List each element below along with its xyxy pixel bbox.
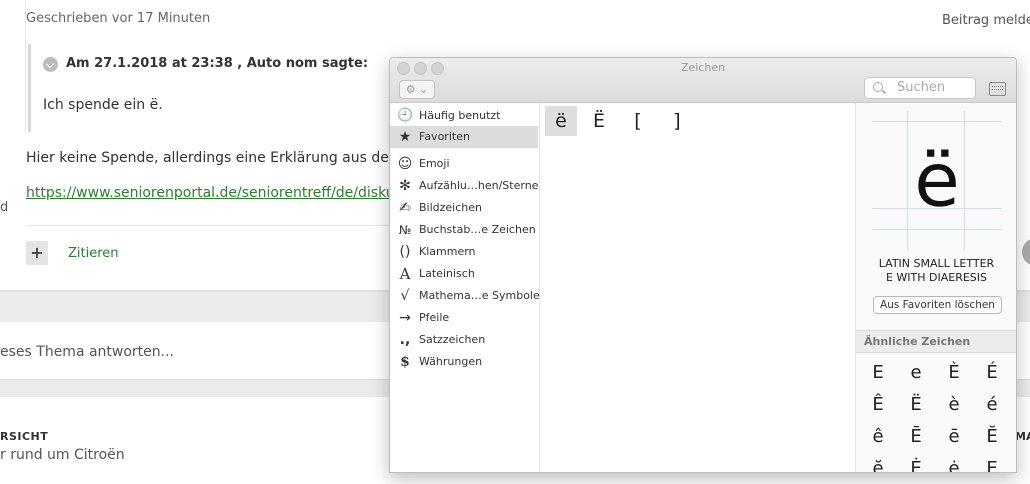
similar-character[interactable]: Ê <box>866 391 890 419</box>
star-icon: ★ <box>398 129 412 145</box>
category-math-symbols[interactable]: √ Mathema…e Symbole <box>390 285 540 307</box>
similar-character[interactable]: È <box>942 359 966 387</box>
character-grid: ë Ë [ ] <box>540 103 854 472</box>
category-arrows[interactable]: → Pfeile <box>390 307 538 329</box>
similar-character[interactable]: É <box>980 359 1004 387</box>
footer-link[interactable]: r rund um Citroën <box>0 447 125 463</box>
character-cell[interactable]: ] <box>661 106 693 136</box>
category-label: Satzzeichen <box>419 333 486 346</box>
category-label: Aufzählu…hen/Sterne <box>419 179 539 192</box>
window-title: Zeichen <box>680 61 726 74</box>
letter-a-icon: A <box>399 265 411 283</box>
parentheses-icon: () <box>399 244 411 260</box>
report-post-link[interactable]: Beitrag melden <box>942 13 1030 28</box>
similar-character[interactable]: Ė <box>904 455 928 472</box>
similar-character[interactable]: ĕ <box>866 455 890 472</box>
footer-heading-right: MA <box>1015 430 1030 443</box>
similar-character[interactable]: E <box>866 359 890 387</box>
category-label: Buchstab…e Zeichen <box>419 223 536 236</box>
reply-placeholder[interactable]: eses Thema antworten... <box>0 344 174 360</box>
category-bullets-stars[interactable]: ✻ Aufzählu…hen/Sterne <box>390 175 538 197</box>
character-cell[interactable]: [ <box>622 106 654 136</box>
character-cell[interactable]: Ë <box>583 106 615 136</box>
collapse-quote-icon[interactable] <box>43 57 58 72</box>
category-sidebar: 🕘 Häufig benutzt ★ Favoriten ☺ Emoji ✻ A… <box>390 103 540 472</box>
square-root-icon: √ <box>400 288 410 304</box>
category-label: Mathema…e Symbole <box>419 289 540 302</box>
character-name-line: LATIN SMALL LETTER <box>878 257 995 270</box>
window-titlebar[interactable]: Zeichen ⚙ ⌄ Suchen <box>390 58 1016 103</box>
numero-icon: № <box>398 223 412 237</box>
category-letterlike-symbols[interactable]: № Buchstab…e Zeichen <box>390 219 538 241</box>
smiley-icon: ☺ <box>397 156 413 172</box>
edge-text: d <box>0 200 9 215</box>
post-link[interactable]: https://www.seniorenportal.de/seniorentr… <box>26 185 409 201</box>
category-label: Pfeile <box>419 311 450 324</box>
punctuation-icon: ., <box>399 332 411 348</box>
category-label: Häufig benutzt <box>419 109 501 122</box>
gear-menu-button[interactable]: ⚙ ⌄ <box>399 80 435 99</box>
arrow-right-icon: → <box>399 310 411 326</box>
category-punctuation[interactable]: ., Satzzeichen <box>390 329 538 351</box>
selected-character-preview: ë <box>914 138 960 224</box>
remove-favorite-button[interactable]: Aus Favoriten löschen <box>873 296 1002 314</box>
category-brackets[interactable]: () Klammern <box>390 241 538 263</box>
post-divider <box>26 225 390 226</box>
multiquote-plus-button[interactable]: + <box>26 241 48 265</box>
similar-character[interactable]: Ë <box>904 391 928 419</box>
similar-character[interactable]: é <box>980 391 1004 419</box>
search-icon <box>873 82 883 92</box>
quote-text: Ich spende ein ë. <box>43 97 163 113</box>
character-viewer-window: Zeichen ⚙ ⌄ Suchen 🕘 Häufig benutzt ★ Fa… <box>389 57 1017 473</box>
scroll-circle[interactable] <box>1022 238 1030 266</box>
character-cell[interactable]: ë <box>545 106 577 136</box>
similar-character[interactable]: Ę <box>980 455 1004 472</box>
similar-character[interactable]: ė <box>942 455 966 472</box>
similar-character[interactable]: e <box>904 359 928 387</box>
category-divider <box>390 147 538 148</box>
similar-character[interactable]: è <box>942 391 966 419</box>
category-label: Favoriten <box>419 130 470 143</box>
similar-character[interactable]: Ē <box>904 423 928 451</box>
footer-heading: RSICHT <box>0 430 49 443</box>
search-placeholder: Suchen <box>897 80 946 95</box>
category-frequently-used[interactable]: 🕘 Häufig benutzt <box>390 105 538 127</box>
dollar-icon: $ <box>400 354 410 370</box>
category-latin[interactable]: A Lateinisch <box>390 263 538 285</box>
category-label: Lateinisch <box>419 267 475 280</box>
writing-hand-icon: ✍ <box>399 200 411 216</box>
category-label: Klammern <box>419 245 476 258</box>
character-name: LATIN SMALL LETTER E WITH DIAERESIS <box>856 257 1016 285</box>
post-timestamp: Geschrieben vor 17 Minuten <box>26 11 211 26</box>
category-currency[interactable]: $ Währungen <box>390 351 538 373</box>
similar-character[interactable]: ê <box>866 423 890 451</box>
similar-characters-label: Ähnliche Zeichen <box>864 335 971 348</box>
category-emoji[interactable]: ☺ Emoji <box>390 153 538 175</box>
guide-line <box>872 121 1002 122</box>
post-body-text: Hier keine Spende, allerdings eine Erklä… <box>26 150 426 166</box>
similar-character[interactable]: Ĕ <box>980 423 1004 451</box>
character-detail-panel: ë LATIN SMALL LETTER E WITH DIAERESIS Au… <box>855 103 1016 472</box>
asterisk-icon: ✻ <box>399 178 411 194</box>
glyph-preview: ë <box>872 111 1002 251</box>
quote-button[interactable]: Zitieren <box>68 246 119 261</box>
similar-characters-header: Ähnliche Zeichen <box>856 330 1016 353</box>
category-label: Emoji <box>419 157 450 170</box>
clock-icon: 🕘 <box>397 108 414 123</box>
quote-header: Am 27.1.2018 at 23:38 , Auto nom sagte: <box>66 56 369 71</box>
category-pictographs[interactable]: ✍ Bildzeichen <box>390 197 538 219</box>
search-input[interactable]: Suchen <box>864 77 976 99</box>
category-label: Währungen <box>419 355 483 368</box>
category-label: Bildzeichen <box>419 201 482 214</box>
keyboard-viewer-icon[interactable] <box>989 82 1006 96</box>
similar-character[interactable]: ē <box>942 423 966 451</box>
category-favorites[interactable]: ★ Favoriten <box>390 126 538 148</box>
character-name-line: E WITH DIAERESIS <box>885 271 988 284</box>
